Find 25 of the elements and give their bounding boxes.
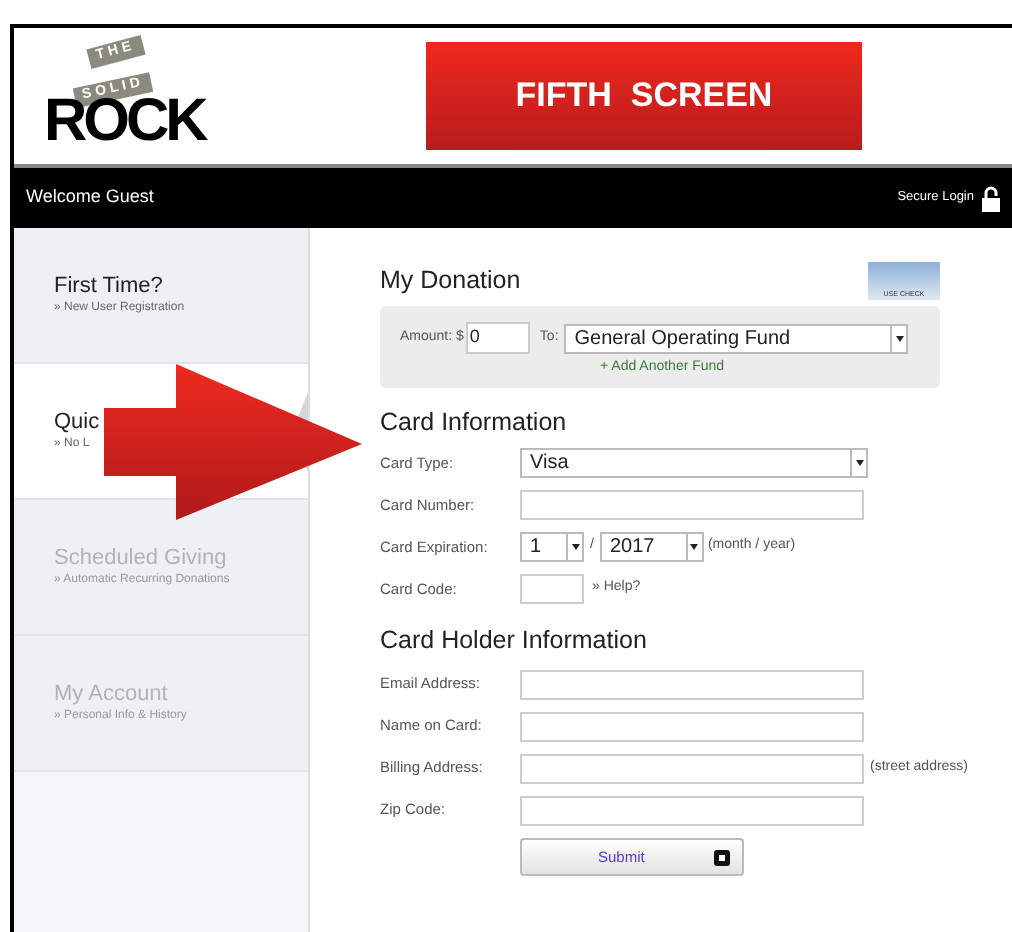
fund-select[interactable]: General Operating Fund bbox=[564, 323, 909, 353]
card-type-select[interactable]: Visa bbox=[520, 447, 868, 478]
dropdown-arrow-icon bbox=[890, 325, 907, 351]
padlock-icon[interactable] bbox=[982, 185, 1000, 211]
amount-field[interactable]: 0 bbox=[465, 322, 530, 354]
fifth-screen-banner: FIFTH SCREEN bbox=[426, 42, 862, 150]
input-field[interactable] bbox=[520, 753, 864, 783]
card-number-field[interactable] bbox=[520, 489, 864, 520]
sidebar-item-title: My Account bbox=[54, 681, 170, 707]
input-field[interactable] bbox=[520, 711, 864, 741]
dropdown-arrow-icon bbox=[566, 533, 582, 560]
month-select[interactable]: 1 bbox=[520, 531, 584, 562]
welcome-text: Welcome Guest bbox=[26, 184, 154, 211]
dropdown-arrow-icon bbox=[685, 533, 702, 560]
section-heading: My Donation bbox=[380, 264, 521, 299]
dropdown-arrow-icon bbox=[850, 449, 866, 476]
section-heading: Card Information bbox=[380, 405, 569, 439]
card-code-field[interactable] bbox=[520, 573, 584, 604]
section-heading: Card Holder Information bbox=[380, 624, 649, 659]
sidebar-item-title: Quic bbox=[54, 409, 102, 435]
input-field[interactable] bbox=[520, 795, 864, 825]
year-select[interactable]: 2017 bbox=[599, 531, 704, 562]
input-field[interactable] bbox=[520, 669, 864, 699]
sidebar-item-title: Scheduled Giving bbox=[54, 545, 229, 571]
sidebar-item-title: First Time? bbox=[54, 273, 165, 299]
